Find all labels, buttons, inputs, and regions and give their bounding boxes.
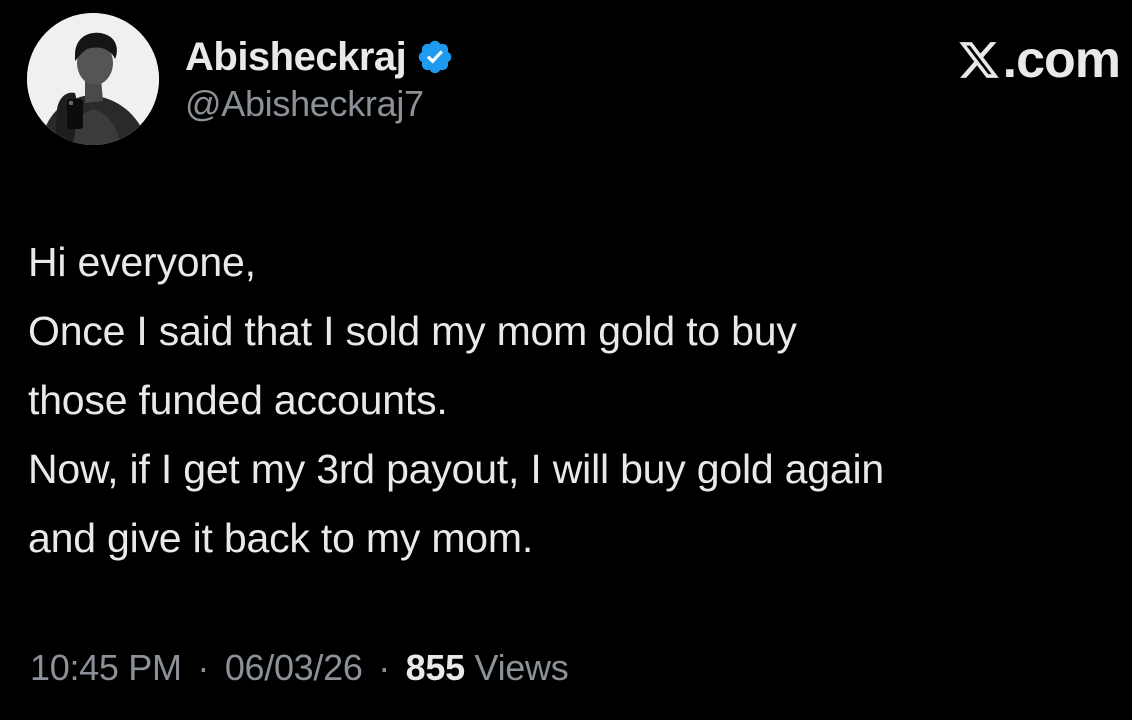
author-display-name[interactable]: Abisheckraj [185, 32, 407, 82]
tweet-date[interactable]: 06/03/26 [225, 647, 363, 688]
tweet-text-line: Now, if I get my 3rd payout, I will buy … [28, 446, 885, 492]
avatar[interactable] [27, 13, 159, 145]
brand-watermark: .com [957, 31, 1121, 89]
tweet-text-line: and give it back to my mom. [28, 515, 534, 561]
tweet-text-line: those funded accounts. [28, 377, 448, 423]
meta-separator: · [197, 647, 210, 688]
avatar-image [27, 13, 159, 145]
views-label: Views [474, 647, 569, 688]
tweet-text-line: Once I said that I sold my mom gold to b… [28, 308, 797, 354]
tweet-metadata: 10:45 PM · 06/03/26 · 855 Views [30, 642, 569, 694]
tweet-time[interactable]: 10:45 PM [30, 647, 182, 688]
meta-separator: · [378, 647, 390, 688]
tweet-card: Abisheckraj @Abisheckraj7 .com Hi everyo… [0, 0, 1132, 720]
tweet-text: Hi everyone, Once I said that I sold my … [28, 228, 1118, 573]
brand-domain-text: .com [1002, 31, 1121, 89]
tweet-text-line: Hi everyone, [28, 239, 256, 285]
x-logo-icon [957, 38, 1001, 82]
author-handle[interactable]: @Abisheckraj7 [185, 82, 424, 126]
verified-badge-icon [416, 38, 454, 76]
author-name-row: Abisheckraj [185, 32, 454, 82]
views-count[interactable]: 855 [406, 647, 465, 688]
